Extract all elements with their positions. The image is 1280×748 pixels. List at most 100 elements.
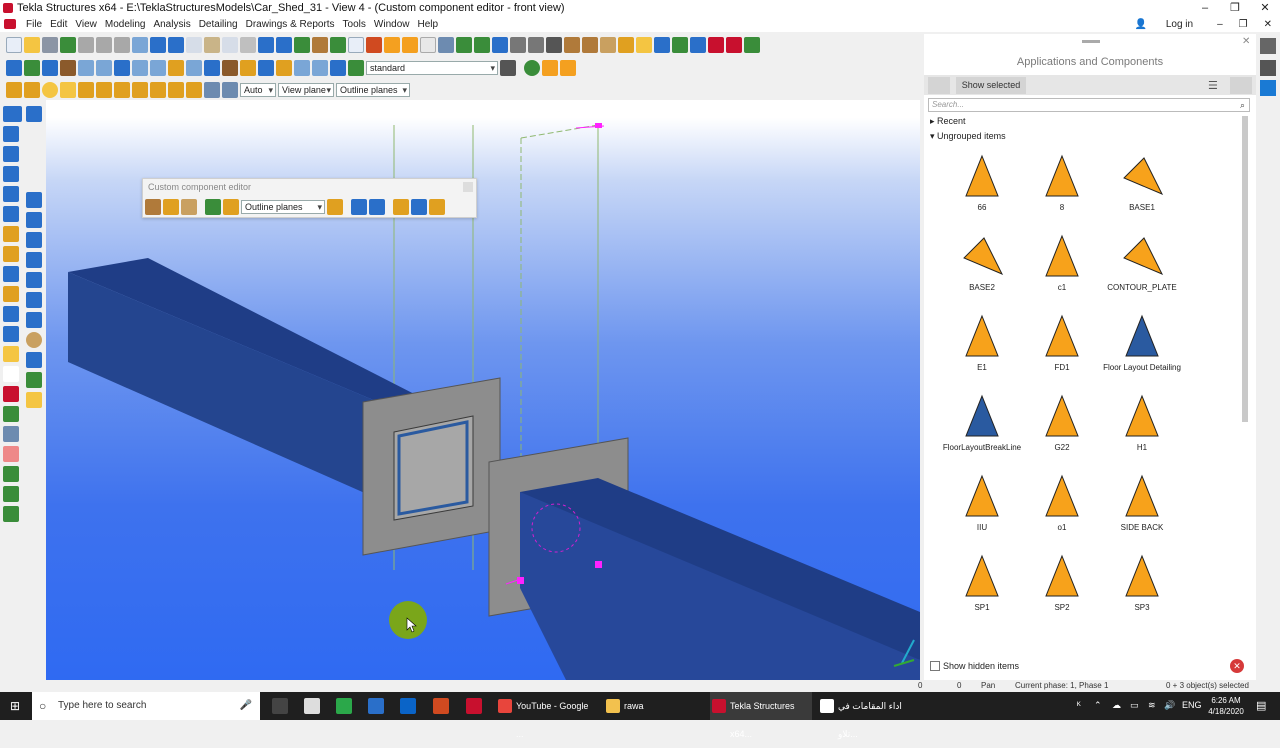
tree-recent[interactable]: ▸ Recent: [930, 116, 966, 127]
select-surface-icon[interactable]: [42, 60, 58, 76]
cce-close-editor-icon[interactable]: [429, 199, 445, 215]
select-pour-icon[interactable]: [258, 60, 274, 76]
layer-icon[interactable]: [542, 60, 558, 76]
contour-plate-icon[interactable]: [3, 226, 19, 242]
tree-ungrouped[interactable]: ▾ Ungrouped items: [930, 131, 1006, 142]
menu-help[interactable]: Help: [413, 19, 442, 30]
drawing-icon[interactable]: [366, 37, 382, 53]
handle-point[interactable]: [595, 561, 602, 568]
component-item[interactable]: IIU: [942, 474, 1022, 533]
cce-save-as-icon[interactable]: [411, 199, 427, 215]
copy-icon[interactable]: [186, 37, 202, 53]
select-assemblies-icon[interactable]: [204, 60, 220, 76]
snap-plane-icon[interactable]: [204, 82, 220, 98]
steel-beam-icon[interactable]: [3, 126, 19, 142]
measure-icon[interactable]: [546, 37, 562, 53]
snap-center-icon[interactable]: [42, 82, 58, 98]
globe-icon[interactable]: [524, 60, 540, 76]
powerpoint-icon[interactable]: [433, 698, 449, 714]
snap-extension-icon[interactable]: [114, 82, 130, 98]
menu-window[interactable]: Window: [370, 19, 414, 30]
component-item[interactable]: G22: [1022, 394, 1102, 453]
connection-icon[interactable]: [672, 37, 688, 53]
rebar-strand-icon[interactable]: [3, 446, 19, 462]
task-view-icon[interactable]: [272, 698, 288, 714]
component-item[interactable]: E1: [942, 314, 1022, 373]
cce-save-icon[interactable]: [145, 199, 161, 215]
point-icon[interactable]: [26, 272, 42, 288]
tray-people-icon[interactable]: ᴷ: [1077, 700, 1081, 710]
select-weld-icon[interactable]: [60, 60, 76, 76]
select-grid-lines-icon[interactable]: [132, 60, 148, 76]
cce-distance-icon[interactable]: [181, 199, 197, 215]
select-grid-icon[interactable]: [96, 60, 112, 76]
snap-intersection-icon[interactable]: [78, 82, 94, 98]
tray-onedrive-icon[interactable]: ☁: [1112, 700, 1121, 711]
select-parts-icon[interactable]: [24, 60, 40, 76]
start-icon[interactable]: ⊞: [10, 699, 24, 713]
create-detail-icon[interactable]: [26, 106, 42, 122]
inner-close-button[interactable]: ✕: [1256, 19, 1280, 30]
component-item[interactable]: BASE2: [942, 234, 1022, 293]
cce-save-component-icon[interactable]: [393, 199, 409, 215]
grid-icon[interactable]: [510, 37, 526, 53]
beam-right-side-face[interactable]: [520, 492, 920, 680]
pencil-icon[interactable]: [564, 37, 580, 53]
cce-outline-select[interactable]: Outline planes: [241, 200, 325, 214]
side-tab-components-icon[interactable]: [1260, 80, 1276, 96]
search-input[interactable]: Search...: [928, 98, 1250, 112]
select-bolts-icon[interactable]: [150, 60, 166, 76]
component-item[interactable]: CONTOUR_PLATE: [1102, 234, 1182, 293]
concrete-beam-icon[interactable]: [3, 266, 19, 282]
select-all-icon[interactable]: [6, 60, 22, 76]
component-item[interactable]: SP1: [942, 554, 1022, 613]
bolt-icon[interactable]: [26, 292, 42, 308]
dimension-icon[interactable]: [528, 37, 544, 53]
cube-icon[interactable]: [402, 37, 418, 53]
plane-select[interactable]: View plane: [278, 83, 334, 97]
open-model-icon[interactable]: [24, 37, 40, 53]
arc-icon[interactable]: [582, 37, 598, 53]
menu-tools[interactable]: Tools: [339, 19, 370, 30]
component-item[interactable]: FloorLayoutBreakLine: [942, 394, 1022, 453]
footing-icon[interactable]: [3, 306, 19, 322]
status-phase[interactable]: Current phase: 1, Phase 1: [1015, 681, 1108, 690]
maximize-button[interactable]: ❐: [1220, 0, 1250, 16]
area-icon[interactable]: [348, 37, 364, 53]
cce-plane-icon[interactable]: [205, 199, 221, 215]
clear-icon[interactable]: ✕: [1230, 659, 1244, 673]
detail-icon[interactable]: [654, 37, 670, 53]
taskbar-app-button[interactable]: rawa: [604, 692, 700, 720]
component-item[interactable]: BASE1: [1102, 154, 1182, 213]
tray-volume-icon[interactable]: 🔊: [1164, 700, 1175, 711]
rebar-icon[interactable]: [3, 386, 19, 402]
select-cut-icon[interactable]: [78, 60, 94, 76]
snap-mid-icon[interactable]: [60, 82, 76, 98]
select-objects-icon[interactable]: [222, 60, 238, 76]
rebar-set-icon[interactable]: [3, 486, 19, 502]
cce-browser-icon[interactable]: [369, 199, 385, 215]
selection-filter-select[interactable]: standard: [366, 61, 498, 75]
circle-icon[interactable]: [26, 332, 42, 348]
list-icon[interactable]: [420, 37, 436, 53]
menu-modeling[interactable]: Modeling: [101, 19, 150, 30]
snap-mode-select[interactable]: Auto: [240, 83, 276, 97]
taskbar-app-button[interactable]: YouTube - Google ...: [496, 692, 596, 739]
inner-minimize-button[interactable]: –: [1209, 19, 1231, 30]
curved-beam-icon[interactable]: [3, 166, 19, 182]
strip-footing-icon[interactable]: [3, 326, 19, 342]
save-icon[interactable]: [42, 37, 58, 53]
taskbar-search[interactable]: ○ Type here to search 🎤: [32, 692, 260, 720]
crop-icon[interactable]: [600, 37, 616, 53]
snap-free-icon[interactable]: [168, 82, 184, 98]
selection-switch-icon[interactable]: [348, 60, 364, 76]
pin-icon[interactable]: [1230, 77, 1252, 94]
minimize-button[interactable]: –: [1190, 0, 1220, 16]
cce-variables-icon[interactable]: [351, 199, 367, 215]
rebar-splice-icon[interactable]: [3, 466, 19, 482]
group-icon[interactable]: [474, 37, 490, 53]
component-catalog-icon[interactable]: [636, 37, 652, 53]
fitting-icon[interactable]: [26, 352, 42, 368]
snap-depth-icon[interactable]: [222, 82, 238, 98]
component-item[interactable]: SP2: [1022, 554, 1102, 613]
